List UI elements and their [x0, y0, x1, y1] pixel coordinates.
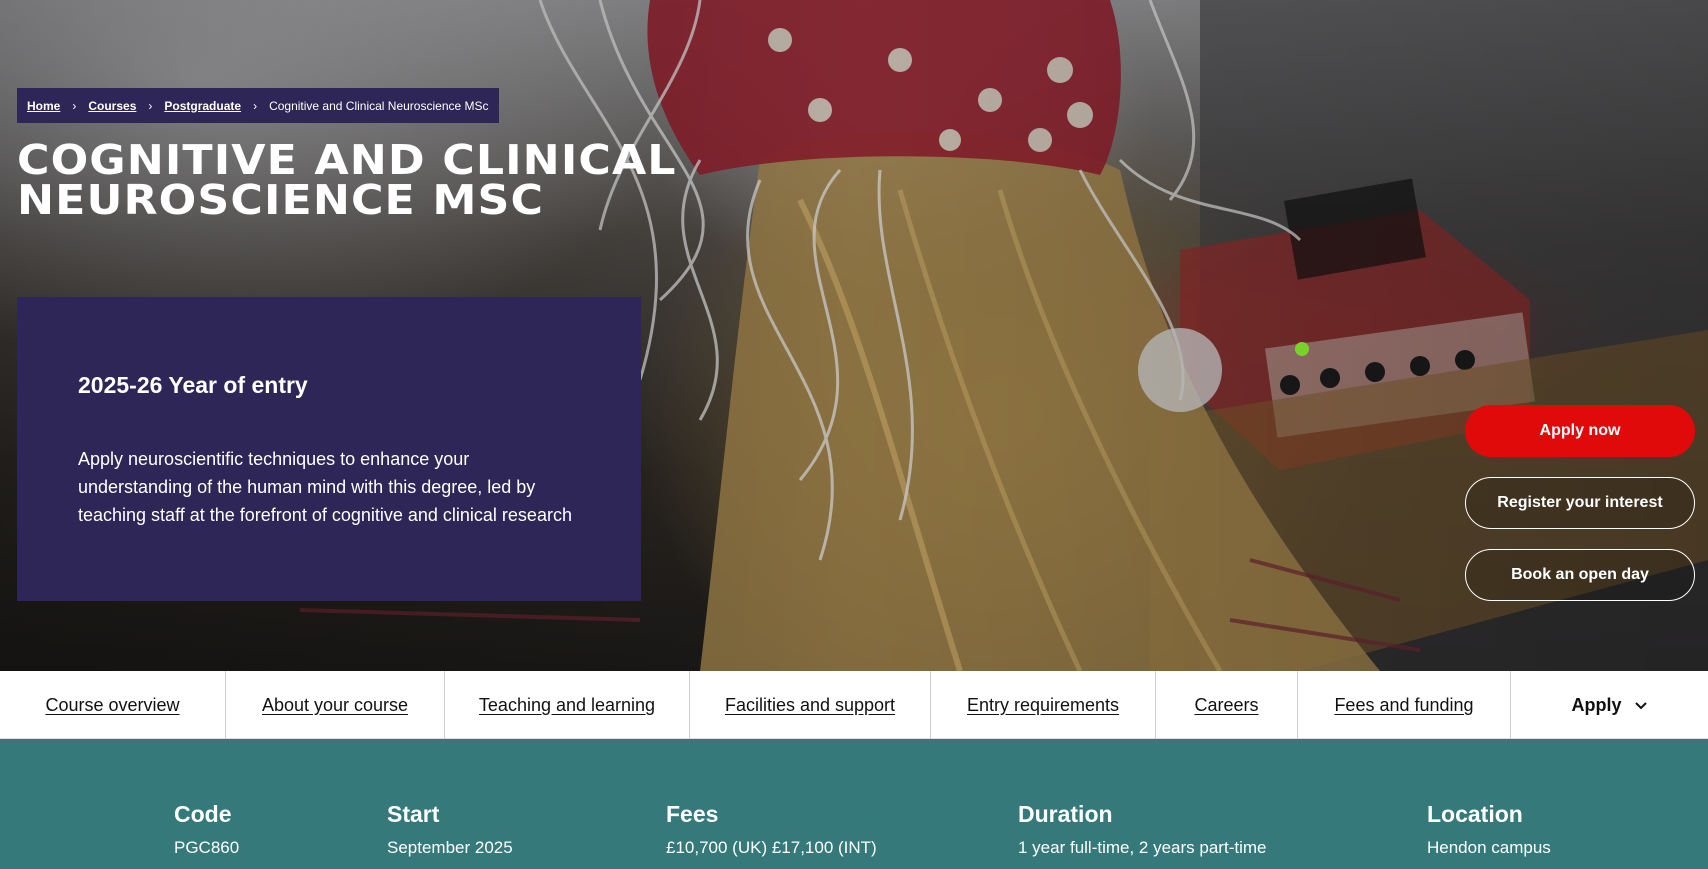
tab-label: Course overview: [45, 694, 180, 715]
info-label: Duration: [1018, 801, 1113, 827]
year-of-entry: 2025-26 Year of entry: [78, 372, 308, 398]
intro-card: 2025-26 Year of entry Apply neuroscienti…: [17, 297, 641, 601]
tab-facilities-and-support[interactable]: Facilities and support: [690, 671, 931, 739]
tab-about-your-course[interactable]: About your course: [226, 671, 445, 739]
breadcrumb-courses-link[interactable]: Courses: [88, 99, 136, 113]
info-label: Location: [1427, 801, 1523, 827]
tab-entry-requirements[interactable]: Entry requirements: [931, 671, 1156, 739]
tab-label: Fees and funding: [1334, 694, 1474, 715]
tab-apply-dropdown[interactable]: Apply: [1511, 671, 1708, 739]
info-duration: Duration 1 year full-time, 2 years part-…: [1018, 801, 1266, 858]
info-fees: Fees £10,700 (UK) £17,100 (INT): [666, 801, 877, 858]
tab-label: Careers: [1194, 694, 1259, 715]
page-title: COGNITIVE AND CLINICAL NEUROSCIENCE MSC: [17, 136, 677, 224]
info-value: £10,700 (UK) £17,100 (INT): [666, 838, 877, 857]
info-code: Code PGC860: [174, 801, 239, 858]
register-interest-button[interactable]: Register your interest: [1465, 477, 1695, 529]
info-start: Start September 2025: [387, 801, 513, 858]
course-summary: Apply neuroscientific techniques to enha…: [78, 449, 572, 525]
tab-label: Entry requirements: [966, 694, 1120, 715]
breadcrumb-postgraduate-link[interactable]: Postgraduate: [164, 99, 241, 113]
tab-course-overview[interactable]: Course overview: [0, 671, 226, 739]
course-key-info: Code PGC860 Start September 2025 Fees £1…: [0, 739, 1708, 869]
info-label: Start: [387, 801, 440, 827]
chevron-right-icon: ›: [253, 98, 258, 113]
tab-label: About your course: [261, 694, 409, 715]
info-label: Code: [174, 801, 232, 827]
book-open-day-button[interactable]: Book an open day: [1465, 549, 1695, 601]
info-value: 1 year full-time, 2 years part-time: [1018, 838, 1267, 857]
tab-careers[interactable]: Careers: [1156, 671, 1298, 739]
chevron-right-icon: ›: [148, 98, 153, 113]
breadcrumb-current: Cognitive and Clinical Neuroscience MSc: [269, 98, 489, 113]
info-value: Hendon campus: [1427, 838, 1551, 857]
chevron-down-icon: [1634, 702, 1647, 710]
tab-teaching-and-learning[interactable]: Teaching and learning: [445, 671, 690, 739]
tab-label: Apply: [1571, 694, 1622, 715]
info-value: September 2025: [387, 838, 513, 857]
tab-label: Teaching and learning: [478, 694, 656, 715]
apply-now-button[interactable]: Apply now: [1465, 405, 1695, 457]
course-section-nav: Course overview About your course Teachi…: [0, 671, 1708, 739]
breadcrumb: Home › Courses › Postgraduate › Cognitiv…: [17, 88, 499, 123]
tab-label: Facilities and support: [724, 694, 896, 715]
tab-fees-and-funding[interactable]: Fees and funding: [1298, 671, 1511, 739]
hero-banner: Home › Courses › Postgraduate › Cognitiv…: [0, 0, 1708, 671]
chevron-right-icon: ›: [72, 98, 77, 113]
info-location: Location Hendon campus: [1427, 801, 1551, 858]
info-label: Fees: [666, 801, 719, 827]
breadcrumb-home-link[interactable]: Home: [27, 99, 60, 113]
info-value: PGC860: [174, 838, 240, 857]
